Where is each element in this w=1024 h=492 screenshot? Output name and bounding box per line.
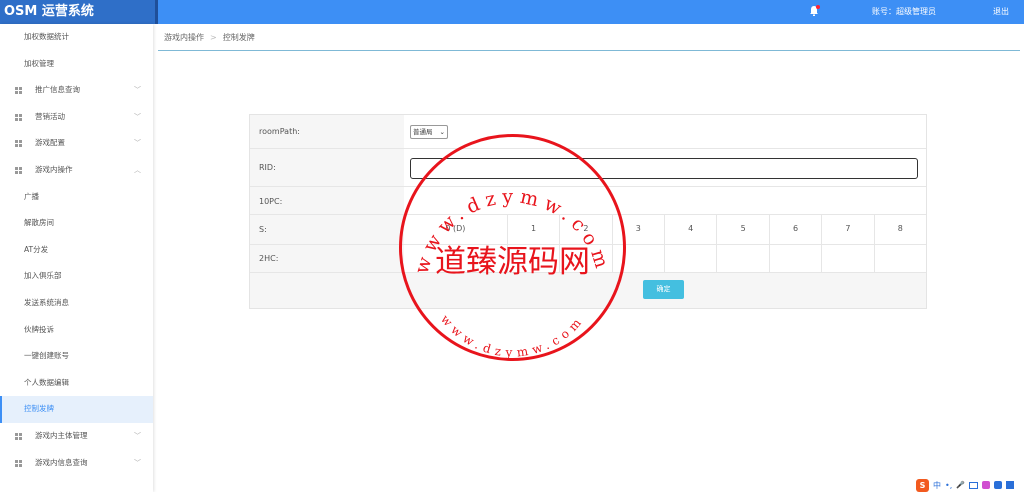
sidebar-item[interactable]: 控制发牌 — [0, 396, 153, 423]
sidebar-item[interactable]: 游戏内信息查询 ﹀ — [0, 450, 153, 477]
sidebar-item-label: 游戏内主体管理 — [35, 430, 88, 440]
sidebar-item-label: 一键创建账号 — [24, 351, 69, 361]
watermark-stamp: www.dzymw.com www.dzymw.com 道臻源码网 — [399, 134, 626, 361]
grid-icon — [15, 87, 22, 95]
sidebar-item[interactable]: 游戏内主体管理 ﹀ — [0, 423, 153, 450]
sidebar-item[interactable]: 游戏配置 ﹀ — [0, 130, 153, 157]
notification-dot — [816, 5, 820, 9]
sidebar-item[interactable]: 个人数据编辑 — [0, 370, 153, 397]
sidebar-item[interactable]: 广播 — [0, 184, 153, 211]
chevron-down-icon: ﹀ — [134, 139, 141, 148]
sidebar-item[interactable]: 发送系统消息 — [0, 290, 153, 317]
sidebar-item-label: 游戏配置 — [35, 138, 65, 148]
sidebar-item[interactable]: 加权管理 — [0, 51, 153, 78]
sidebar-item-label: 发送系统消息 — [24, 297, 69, 307]
sidebar-item-label: 游戏内操作 — [35, 164, 73, 174]
grid-icon — [15, 459, 22, 467]
confirm-button[interactable]: 确定 — [643, 280, 684, 299]
sidebar-item[interactable]: 营销活动 ﹀ — [0, 104, 153, 131]
sidebar-item-label: 加权管理 — [24, 58, 54, 68]
sidebar-item[interactable]: 加入俱乐部 — [0, 263, 153, 290]
breadcrumb-parent[interactable]: 游戏内操作 — [164, 33, 204, 42]
sidebar-item-label: 推广信息查询 — [35, 85, 80, 95]
s-label: S: — [259, 225, 267, 234]
room-path-label: roomPath: — [259, 127, 300, 136]
hc-seat-cell[interactable] — [664, 245, 717, 272]
s-seat-cell[interactable]: 4 — [664, 215, 717, 244]
sidebar-item-label: 游戏内信息查询 — [35, 457, 88, 467]
rid-label: RID: — [259, 163, 276, 172]
tenpc-label: 10PC: — [259, 197, 283, 206]
breadcrumb-divider — [158, 50, 1020, 51]
sidebar-item[interactable]: AT分发 — [0, 237, 153, 264]
sidebar-item-label: 解散房间 — [24, 218, 54, 228]
punctuation-toggle[interactable]: •, — [945, 481, 952, 490]
grid-icon — [15, 140, 22, 148]
sidebar-item[interactable]: 加权数据统计 — [0, 24, 153, 51]
hc-seat-cell[interactable] — [768, 245, 822, 272]
top-bar: OSM 运营系统 账号：超级管理员 退出 — [0, 0, 1024, 24]
sogou-logo-icon[interactable]: S — [916, 478, 929, 492]
ime-tray: S 中 •, 🎤 — [916, 478, 1014, 492]
sidebar-item[interactable]: 推广信息查询 ﹀ — [0, 77, 153, 104]
ime-mode[interactable]: 中 — [933, 480, 941, 491]
sidebar-item-label: 营销活动 — [35, 111, 65, 121]
chevron-down-icon: ﹀ — [134, 458, 141, 467]
toolbox-icon[interactable] — [993, 481, 1002, 489]
account-label: 账号：超级管理员 — [872, 7, 936, 16]
sidebar-item[interactable]: 解散房间 — [0, 210, 153, 237]
chevron-down-icon: ﹀ — [134, 431, 141, 440]
chevron-down-icon: ﹀ — [134, 86, 141, 95]
skin-icon[interactable] — [981, 481, 990, 489]
chevron-up-icon: ︿ — [134, 165, 141, 174]
sidebar-item-label: 伙牌投诉 — [24, 324, 54, 334]
sidebar-item-label: 广播 — [24, 191, 39, 201]
grid-icon — [15, 113, 22, 121]
twohc-label: 2HC: — [259, 254, 279, 263]
hc-seat-cell[interactable] — [821, 245, 874, 272]
breadcrumb-current: 控制发牌 — [222, 33, 255, 42]
app-logo[interactable]: OSM 运营系统 — [0, 0, 158, 24]
grid-icon — [15, 166, 22, 174]
hc-seat-cell[interactable] — [873, 245, 927, 272]
breadcrumb: 游戏内操作 > 控制发牌 — [164, 32, 255, 43]
breadcrumb-separator: > — [210, 33, 217, 42]
s-seat-cell[interactable]: 8 — [873, 215, 927, 244]
sidebar-item-label: 个人数据编辑 — [24, 377, 69, 387]
sidebar-item-label: 加权数据统计 — [24, 32, 69, 41]
sidebar-item[interactable]: 伙牌投诉 — [0, 317, 153, 344]
grid-icon — [15, 432, 22, 440]
svg-text:www.dzymw.com: www.dzymw.com — [438, 312, 587, 360]
sidebar-item[interactable]: 游戏内操作 ︿ — [0, 157, 153, 184]
chevron-down-icon: ﹀ — [134, 112, 141, 121]
s-seat-cell[interactable]: 6 — [768, 215, 822, 244]
keyboard-icon[interactable] — [968, 481, 978, 489]
sidebar-item-label: 控制发牌 — [24, 404, 54, 414]
menu-grid-icon[interactable] — [1005, 481, 1014, 489]
sidebar: 加权数据统计 加权管理推广信息查询 ﹀ 营销活动 ﹀ 游戏配置 ﹀ 游戏内操作 ︿ 广播解散房间 A… — [0, 24, 153, 492]
mic-icon[interactable]: 🎤 — [956, 481, 965, 489]
logout-link[interactable]: 退出 — [993, 0, 1009, 24]
sidebar-item-label: 加入俱乐部 — [24, 271, 62, 281]
sidebar-item-label: AT分发 — [24, 244, 49, 254]
s-seat-cell[interactable]: 7 — [821, 215, 874, 244]
hc-seat-cell[interactable] — [716, 245, 769, 272]
watermark-text: 道臻源码网 — [435, 244, 590, 280]
s-seat-cell[interactable]: 5 — [716, 215, 769, 244]
sidebar-item[interactable]: 一键创建账号 — [0, 343, 153, 370]
watermark-ring-bottom: www.dzymw.com — [438, 312, 582, 360]
